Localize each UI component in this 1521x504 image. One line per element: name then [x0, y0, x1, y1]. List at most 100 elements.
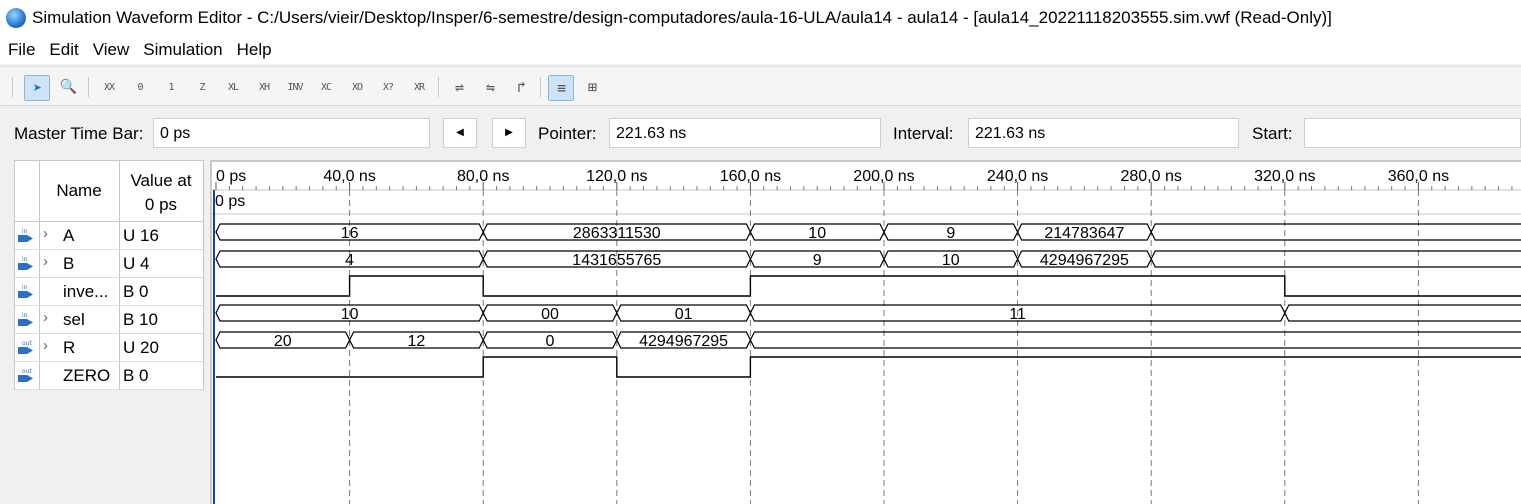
menu-bar: File Edit View Simulation Help — [0, 36, 1521, 64]
quartus-globe-icon — [6, 8, 26, 28]
menu-help[interactable]: Help — [237, 40, 272, 60]
selection-tool-icon[interactable]: ➤ — [24, 75, 50, 101]
signal-value: U 16 — [123, 226, 159, 245]
signal-row[interactable]: in inve... B 0 — [15, 278, 203, 306]
value-column-header: Value at 0 ps — [119, 169, 203, 217]
signal-row[interactable]: in › B U 4 — [15, 250, 203, 278]
cursor-time-label: 0 ps — [215, 193, 245, 210]
input-pin-icon: in — [18, 312, 33, 326]
toolbar-separator — [540, 77, 541, 97]
svg-text:out: out — [22, 368, 32, 375]
bus-value-label: 1431655765 — [572, 252, 661, 269]
signal-name: R — [63, 338, 76, 357]
invert-icon[interactable]: INV — [283, 75, 307, 99]
time-tick-label: 160,0 ns — [720, 168, 781, 185]
arbitrary-value-icon[interactable]: X? — [376, 75, 400, 99]
time-tick-label: 40,0 ns — [323, 168, 375, 185]
time-tick-label: 320,0 ns — [1254, 168, 1315, 185]
bus-value-label: 16 — [341, 225, 359, 242]
weak-high-icon[interactable]: XH — [252, 75, 276, 99]
grid-toggle-icon[interactable]: ≡ — [548, 75, 574, 101]
signal-name: ZERO — [63, 366, 111, 385]
master-time-bar-field[interactable]: 0 ps — [153, 118, 430, 148]
svg-text:in: in — [22, 284, 28, 291]
bit-waveform — [216, 356, 1521, 378]
bus-value-label: 10 — [942, 252, 960, 269]
input-pin-icon: in — [18, 284, 33, 298]
clock-icon[interactable]: XO — [345, 75, 369, 99]
signal-row[interactable]: in › A U 16 — [15, 222, 203, 250]
bus-segment — [1150, 223, 1521, 241]
bus-segment — [749, 331, 1521, 349]
pointer-field[interactable]: 221.63 ns — [609, 118, 881, 148]
signal-row[interactable]: out ZERO B 0 — [15, 362, 203, 390]
signal-value: B 0 — [123, 366, 149, 385]
interval-label: Interval: — [893, 124, 954, 143]
output-pin-icon: out — [18, 340, 33, 354]
zoom-tool-icon[interactable]: 🔍 — [56, 75, 80, 99]
bus-value-label: 4294967295 — [639, 333, 728, 350]
overwrite-icon[interactable]: ⇋ — [478, 75, 502, 99]
bus-value-label: 0 — [546, 333, 555, 350]
menu-file[interactable]: File — [8, 40, 35, 60]
signal-row[interactable]: out › R U 20 — [15, 334, 203, 362]
signal-list-header: Name Value at 0 ps — [15, 161, 203, 222]
random-values-icon[interactable]: XR — [407, 75, 431, 99]
waveform-canvas[interactable]: 0 ps 40,0 ns 80,0 ns 120,0 ns 160,0 ns 200,0 … — [212, 162, 1521, 504]
forcing-low-icon[interactable]: 0 — [128, 75, 152, 99]
waveform-panel[interactable]: 0 ps 40,0 ns 80,0 ns 120,0 ns 160,0 ns 200,0 … — [210, 160, 1521, 504]
bus-value-label: 12 — [408, 333, 426, 350]
previous-transition-button[interactable]: ◀ — [443, 118, 477, 148]
pointer-label: Pointer: — [538, 124, 597, 143]
bus-value-label: 01 — [675, 306, 693, 323]
signal-value: B 0 — [123, 282, 149, 301]
time-tick-label: 360,0 ns — [1388, 168, 1449, 185]
input-pin-icon: in — [18, 256, 33, 270]
signal-value: B 10 — [123, 310, 158, 329]
count-value-icon[interactable]: XC — [314, 75, 338, 99]
bus-segment — [1150, 250, 1521, 268]
menu-simulation[interactable]: Simulation — [143, 40, 222, 60]
signal-name: B — [63, 254, 75, 273]
insert-time-icon[interactable]: ↱ — [509, 75, 533, 99]
value-header-line2: 0 ps — [144, 195, 178, 214]
toolbar-separator — [438, 77, 439, 97]
next-transition-button[interactable]: ▶ — [492, 118, 526, 148]
bus-value-label: 10 — [808, 225, 826, 242]
expand-chevron-icon[interactable]: › — [43, 225, 48, 242]
menu-view[interactable]: View — [93, 40, 130, 60]
expand-chevron-icon[interactable]: › — [43, 337, 48, 354]
high-impedance-icon[interactable]: Z — [190, 75, 214, 99]
time-tick-label: 200,0 ns — [853, 168, 914, 185]
expand-all-icon[interactable]: ⊞ — [580, 75, 604, 99]
svg-text:in: in — [22, 256, 28, 263]
signal-name: sel — [63, 310, 85, 329]
snap-grid-icon[interactable]: ⇌ — [447, 75, 471, 99]
bit-waveform — [216, 275, 1521, 297]
expand-chevron-icon[interactable]: › — [43, 253, 48, 270]
interval-field[interactable]: 221.63 ns — [968, 118, 1239, 148]
output-pin-icon: out — [18, 368, 33, 382]
signal-row[interactable]: in › sel B 10 — [15, 306, 203, 334]
signal-list-panel: Name Value at 0 ps in › A U 16 in › B U 4 in inve… — [14, 160, 204, 390]
toolbar: ➤ 🔍 XX 0 1 Z XL XH INV XC XO X? XR ⇌ ⇋ ↱… — [0, 66, 1521, 106]
forcing-high-icon[interactable]: 1 — [159, 75, 183, 99]
time-tick-label: 120,0 ns — [586, 168, 647, 185]
signal-value: U 4 — [123, 254, 150, 273]
start-label: Start: — [1252, 124, 1293, 143]
menu-edit[interactable]: Edit — [49, 40, 78, 60]
svg-text:in: in — [22, 312, 28, 319]
toolbar-separator — [88, 77, 89, 97]
bus-value-label: 9 — [946, 225, 955, 242]
start-field[interactable] — [1304, 118, 1521, 148]
master-time-bar-label: Master Time Bar: — [14, 124, 144, 143]
weak-unknown-icon[interactable]: XL — [221, 75, 245, 99]
expand-chevron-icon[interactable]: › — [43, 309, 48, 326]
bus-value-label: 4 — [345, 252, 354, 269]
bus-segment — [1284, 304, 1521, 322]
time-tick-label: 0 ps — [216, 168, 246, 185]
bus-value-label: 00 — [541, 306, 559, 323]
forcing-unknown-icon[interactable]: XX — [97, 75, 121, 99]
bus-value-label: 20 — [274, 333, 292, 350]
bus-value-label: 11 — [1009, 306, 1026, 323]
